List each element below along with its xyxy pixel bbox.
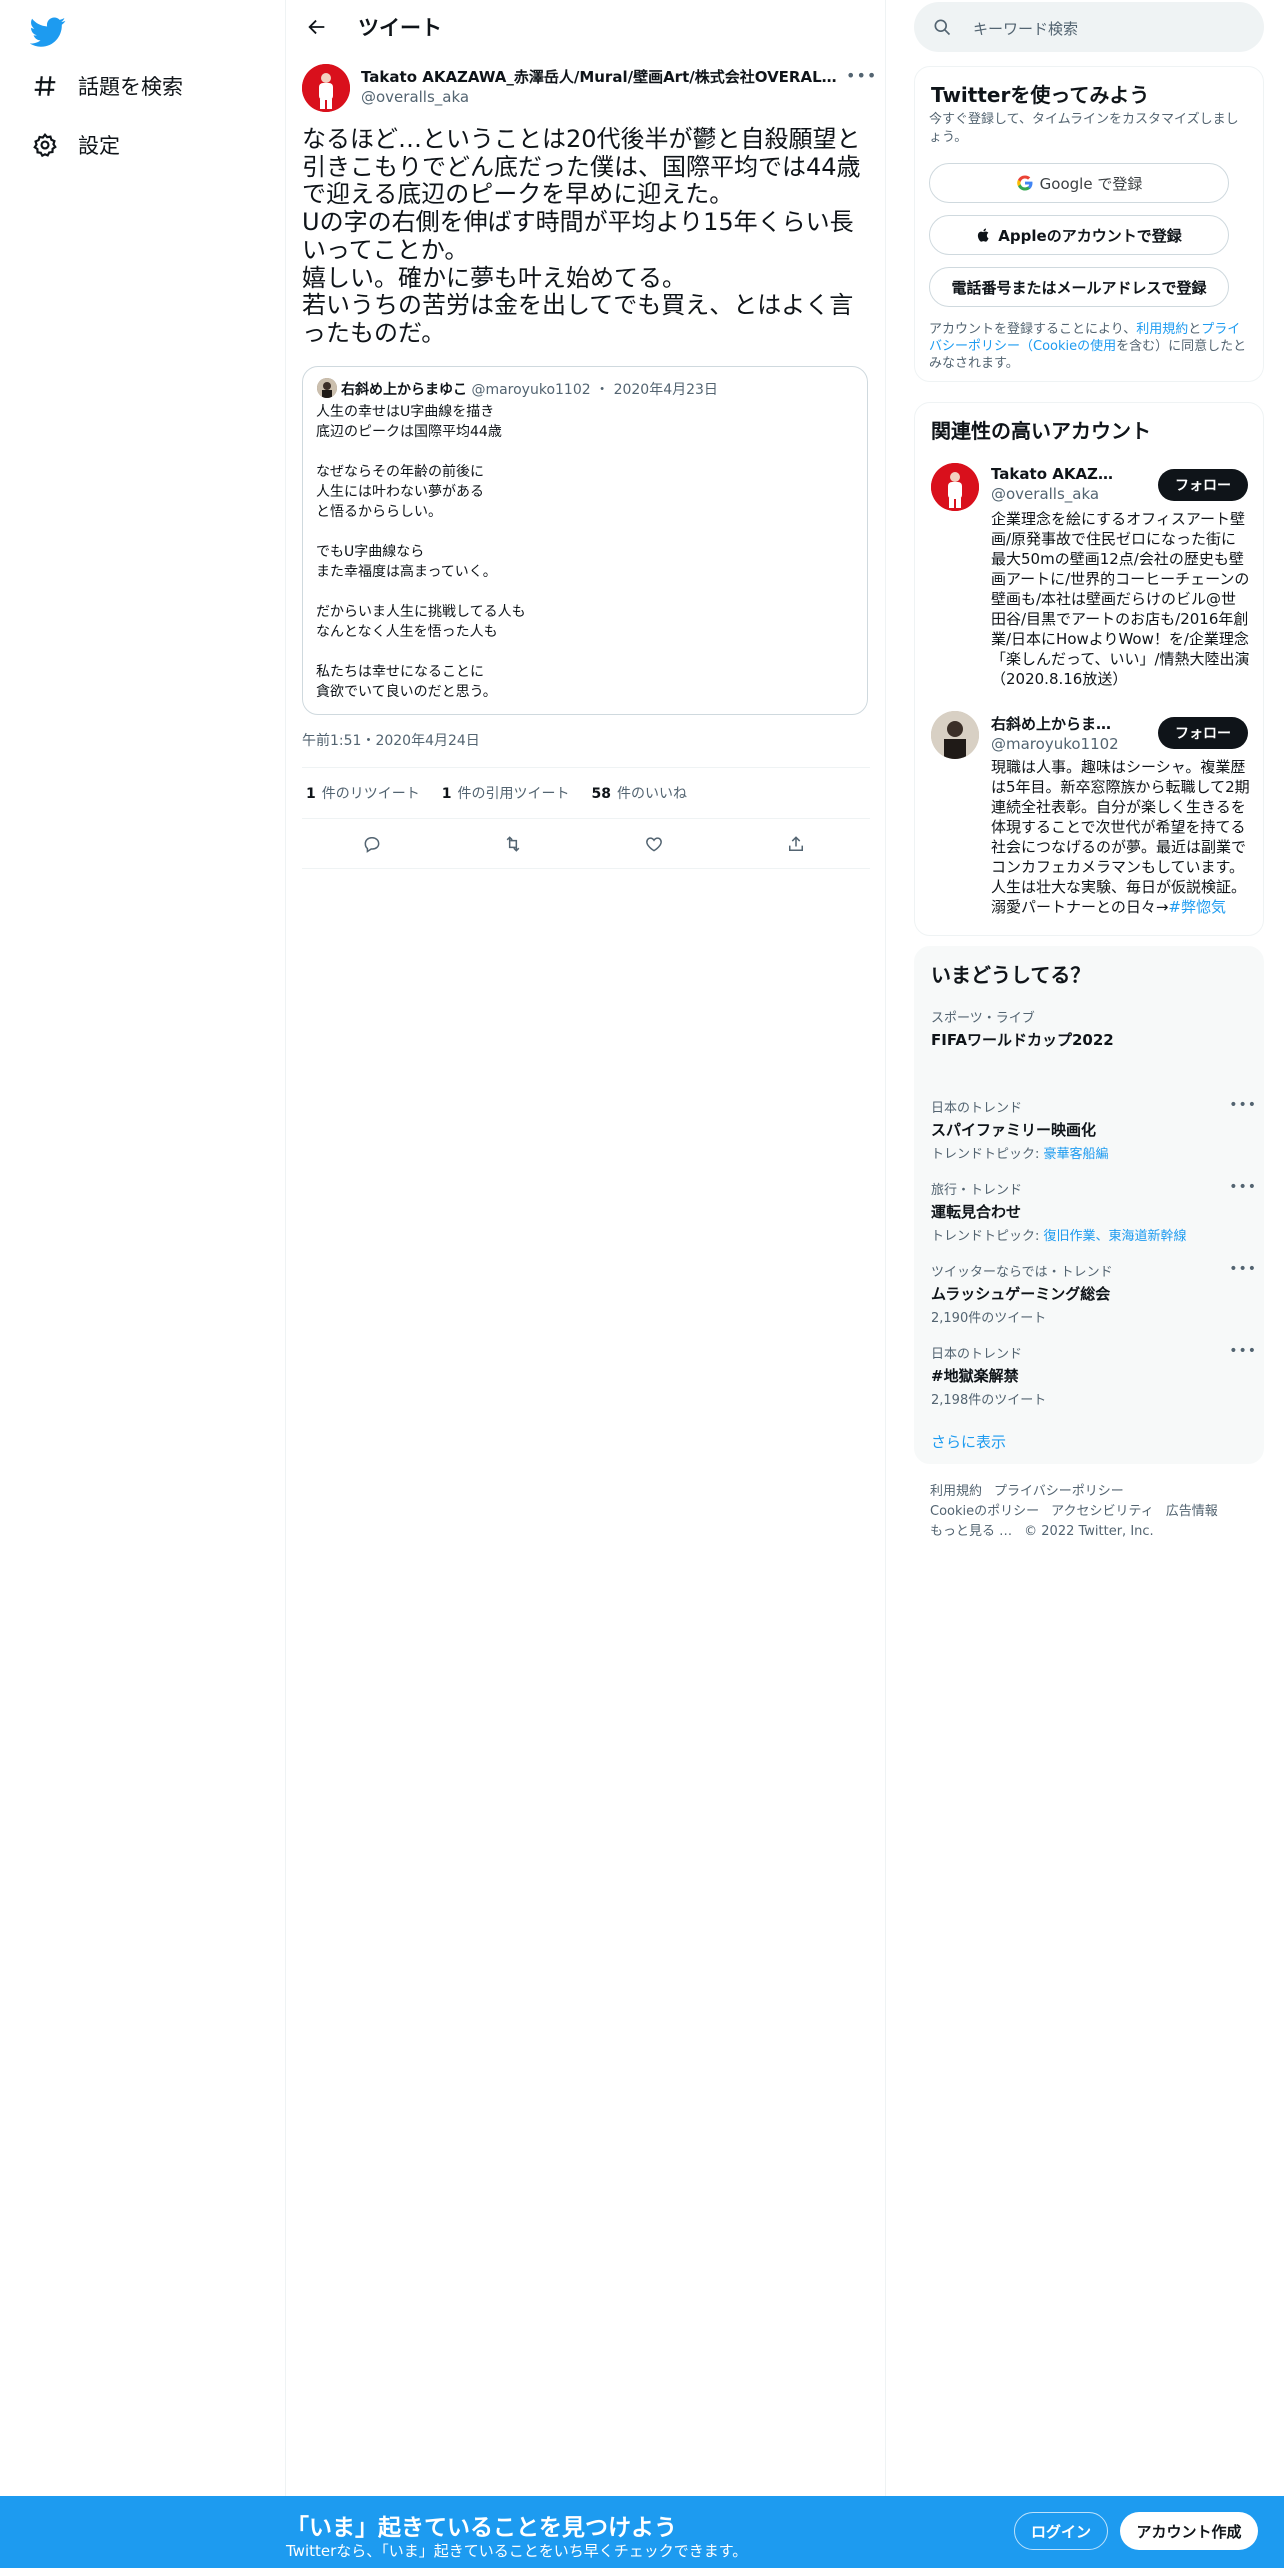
signup-subtitle: 今すぐ登録して、タイムラインをカスタマイズしましょう。	[929, 112, 1239, 145]
search-box[interactable]: キーワード検索	[914, 2, 1264, 52]
footer-cookie[interactable]: Cookieのポリシー	[930, 1504, 1039, 1519]
page-title: ツイート	[358, 16, 442, 40]
twitter-bird-icon[interactable]	[29, 14, 66, 50]
quote-date: 2020年4月23日	[613, 382, 718, 398]
related-accounts-card: 関連性の高いアカウント Takato AKAZAWA_赤澤岳人 @overall…	[914, 402, 1264, 936]
phone-email-signup-label: 電話番号またはメールアドレスで登録	[951, 278, 1207, 297]
signup-card: Twitterを使ってみよう 今すぐ登録して、タイムラインをカスタマイズしましょ…	[914, 66, 1264, 382]
trends-title: いまどうしてる？	[931, 963, 1091, 987]
author-name[interactable]: Takato AKAZAWA_赤澤岳人/Mural/壁画Art/株式会社OVER…	[361, 66, 841, 87]
right-sidebar: キーワード検索 Twitterを使ってみよう 今すぐ登録して、タイムラインをカス…	[914, 0, 1264, 2500]
reply-icon[interactable]	[354, 826, 390, 862]
hashtag-link[interactable]: #弊惚気	[1168, 898, 1226, 916]
quote-header: 右斜め上からまゆこ @maroyuko1102 ・ 2020年4月23日	[341, 379, 718, 399]
like-icon[interactable]	[636, 826, 672, 862]
trend-more-icon[interactable]: •••	[1229, 1261, 1257, 1277]
tweet-text: なるほど…ということは20代後半が鬱と自殺願望と引きこもりでどん底だった僕は、国…	[302, 125, 861, 347]
gear-icon	[30, 130, 60, 160]
footer-privacy[interactable]: プライバシーポリシー	[994, 1484, 1124, 1499]
phone-email-signup-button[interactable]: 電話番号またはメールアドレスで登録	[929, 267, 1229, 307]
related-account-name[interactable]: Takato AKAZAWA_赤澤岳人	[991, 463, 1121, 484]
bottom-bar-title: 「いま」起きていることを見つけよう	[286, 2515, 677, 2541]
nav-explore[interactable]: 話題を検索	[30, 66, 183, 106]
bottom-signup-bar: 「いま」起きていることを見つけよう Twitterなら、「いま」起きていることを…	[0, 2496, 1284, 2568]
tweet-timestamp[interactable]: 午前1:51・2020年4月24日	[302, 730, 480, 750]
apple-signup-label: Appleのアカウントで登録	[998, 226, 1182, 245]
trend-more-icon[interactable]: •••	[1229, 1179, 1257, 1195]
divider	[302, 767, 870, 768]
trend-item[interactable]: スポーツ・ライブ FIFAワールドカップ2022	[931, 1007, 1251, 1050]
google-icon	[1016, 174, 1034, 192]
terms-notice: アカウントを登録することにより、利用規約とプライバシーポリシー（Cookieの使…	[929, 322, 1247, 371]
show-more-link[interactable]: さらに表示	[931, 1431, 1006, 1452]
related-account-handle[interactable]: @overalls_aka	[991, 485, 1099, 503]
related-account-avatar[interactable]	[931, 711, 979, 759]
related-title: 関連性の高いアカウント	[931, 419, 1151, 443]
tweet-stats: 1 件のリツイート 1 件の引用ツイート 58 件のいいね	[306, 783, 709, 803]
apple-signup-button[interactable]: Appleのアカウントで登録	[929, 215, 1229, 255]
quote-separator: ・	[595, 382, 610, 398]
footer-ads[interactable]: 広告情報	[1166, 1504, 1218, 1519]
trend-item[interactable]: 日本のトレンド スパイファミリー映画化 トレンドトピック: 豪華客船編 •••	[931, 1097, 1256, 1162]
quote-author-name: 右斜め上からまゆこ	[341, 382, 467, 398]
follow-button[interactable]: フォロー	[1158, 469, 1248, 501]
follow-button[interactable]: フォロー	[1158, 717, 1248, 749]
terms-link[interactable]: 利用規約	[1136, 322, 1188, 337]
hashtag-icon	[30, 71, 60, 101]
quoted-tweet[interactable]: 右斜め上からまゆこ @maroyuko1102 ・ 2020年4月23日 人生の…	[302, 366, 868, 715]
share-icon[interactable]	[778, 826, 814, 862]
trend-item[interactable]: 旅行・トレンド 運転見合わせ トレンドトピック: 復旧作業、東海道新幹線 •••	[931, 1179, 1256, 1244]
trend-more-icon[interactable]: •••	[1229, 1097, 1257, 1113]
author-handle[interactable]: @overalls_aka	[361, 88, 469, 106]
more-options-icon[interactable]: •••	[846, 66, 876, 86]
create-account-button[interactable]: アカウント作成	[1120, 2512, 1258, 2550]
related-account-name[interactable]: 右斜め上からまゆこ	[991, 713, 1121, 734]
tweet-actions	[286, 826, 886, 862]
related-account-bio: 企業理念を絵にするオフィスアート壁画/原発事故で住民ゼロになった街に最大50mの…	[991, 510, 1250, 688]
signup-title: Twitterを使ってみよう	[931, 83, 1150, 107]
footer-terms[interactable]: 利用規約	[930, 1484, 982, 1499]
footer-links: 利用規約 プライバシーポリシー Cookieのポリシー アクセシビリティ 広告情報 も…	[930, 1482, 1250, 1542]
back-arrow-icon[interactable]	[300, 12, 334, 42]
divider	[302, 818, 870, 819]
footer-accessibility[interactable]: アクセシビリティ	[1051, 1504, 1154, 1519]
like-count[interactable]: 58 件のいいね	[592, 783, 687, 803]
main-column: ツイート Takato AKAZAWA_赤澤岳人/Mural/壁画Art/株式会…	[286, 0, 886, 2500]
retweet-icon[interactable]	[495, 826, 531, 862]
divider	[302, 868, 870, 869]
quote-count[interactable]: 1 件の引用ツイート	[442, 783, 570, 803]
footer-copyright: © 2022 Twitter, Inc.	[1024, 1524, 1154, 1539]
nav-settings-label: 設定	[78, 134, 120, 158]
bottom-bar-subtitle: Twitterなら、「いま」起きていることをいち早くチェックできます。	[286, 2542, 748, 2560]
login-button[interactable]: ログイン	[1014, 2512, 1108, 2550]
trend-item[interactable]: 日本のトレンド #地獄楽解禁 2,198件のツイート •••	[931, 1343, 1256, 1408]
left-nav: 話題を検索 設定	[0, 0, 286, 2568]
search-input[interactable]: キーワード検索	[973, 18, 1078, 39]
nav-settings[interactable]: 設定	[30, 125, 120, 165]
google-signup-button[interactable]: Google で登録	[929, 163, 1229, 203]
footer-more[interactable]: もっと見る …	[930, 1524, 1012, 1539]
related-account-bio: 現職は人事。趣味はシーシャ。複業歴は5年目。新卒窓際族から転職して2期連続全社表…	[991, 758, 1250, 916]
retweet-count[interactable]: 1 件のリツイート	[306, 783, 420, 803]
google-signup-label: Google で登録	[1039, 174, 1143, 193]
trends-card: いまどうしてる？ スポーツ・ライブ FIFAワールドカップ2022 日本のトレン…	[914, 946, 1264, 1464]
apple-icon	[976, 227, 992, 243]
quote-avatar	[317, 378, 337, 398]
related-account-avatar[interactable]	[931, 463, 979, 511]
trend-item[interactable]: ツイッターならでは・トレンド ムラッシュゲーミング総会 2,190件のツイート …	[931, 1261, 1256, 1326]
search-icon	[932, 17, 952, 37]
trend-more-icon[interactable]: •••	[1229, 1343, 1257, 1359]
nav-explore-label: 話題を検索	[78, 75, 183, 99]
quote-author-handle: @maroyuko1102	[471, 382, 591, 398]
author-avatar[interactable]	[302, 64, 350, 112]
related-account-handle[interactable]: @maroyuko1102	[991, 735, 1119, 753]
quote-text: 人生の幸せはU字曲線を描き 底辺のピークは国際平均44歳 なぜならその年齢の前後…	[316, 404, 526, 700]
